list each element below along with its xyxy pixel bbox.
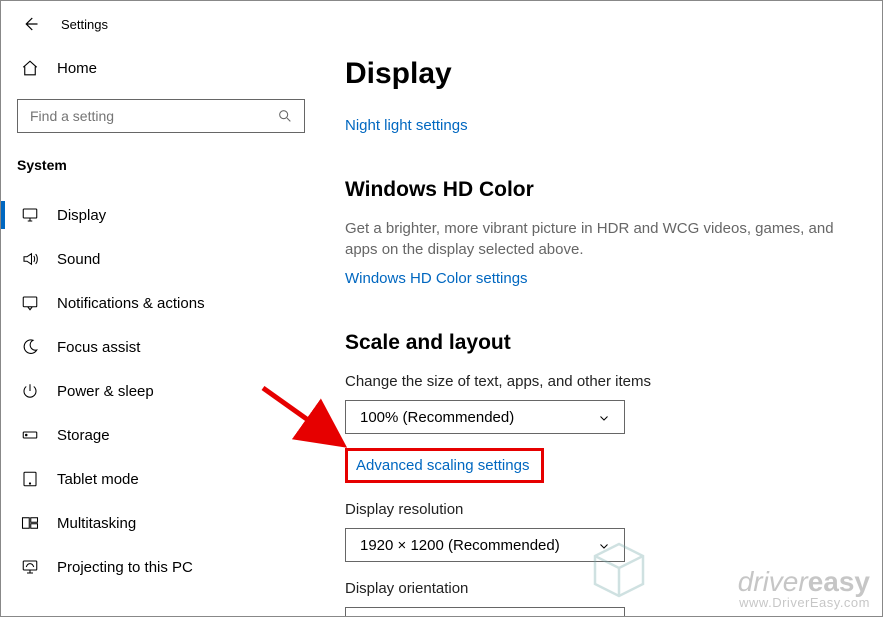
sidebar-item-label: Sound: [57, 251, 100, 268]
sidebar-item-focus[interactable]: Focus assist: [1, 325, 321, 369]
resolution-dropdown[interactable]: 1920 × 1200 (Recommended): [345, 528, 625, 562]
sidebar-item-multitasking[interactable]: Multitasking: [1, 501, 321, 545]
hd-section-title: Windows HD Color: [345, 178, 882, 202]
orientation-dropdown[interactable]: Landscape: [345, 607, 625, 616]
scale-section-title: Scale and layout: [345, 331, 882, 355]
sidebar-item-label: Tablet mode: [57, 471, 139, 488]
home-nav[interactable]: Home: [1, 33, 321, 77]
power-icon: [21, 382, 39, 400]
back-icon[interactable]: [21, 15, 39, 33]
main-content: Display Night light settings Windows HD …: [321, 1, 882, 616]
projecting-icon: [21, 558, 39, 576]
sidebar-item-label: Display: [57, 207, 106, 224]
category-label: System: [1, 133, 321, 187]
sidebar-item-notifications[interactable]: Notifications & actions: [1, 281, 321, 325]
chevron-down-icon: [598, 539, 610, 551]
display-icon: [21, 206, 39, 224]
sidebar-item-label: Multitasking: [57, 515, 136, 532]
sidebar-item-power[interactable]: Power & sleep: [1, 369, 321, 413]
scale-label: Change the size of text, apps, and other…: [345, 373, 882, 390]
resolution-value: 1920 × 1200 (Recommended): [360, 537, 560, 554]
home-icon: [21, 59, 39, 77]
sidebar-item-label: Notifications & actions: [57, 295, 205, 312]
hd-description: Get a brighter, more vibrant picture in …: [345, 218, 842, 260]
sidebar: Settings Home System Display Sound Notific…: [1, 1, 321, 616]
focus-icon: [21, 338, 39, 356]
hd-settings-link[interactable]: Windows HD Color settings: [345, 270, 528, 287]
multitasking-icon: [21, 514, 39, 532]
sound-icon: [21, 250, 39, 268]
sidebar-item-storage[interactable]: Storage: [1, 413, 321, 457]
orientation-label: Display orientation: [345, 580, 882, 597]
home-label: Home: [57, 60, 97, 77]
sidebar-item-label: Storage: [57, 427, 110, 444]
search-icon: [276, 107, 294, 125]
app-title: Settings: [61, 17, 108, 32]
orientation-value: Landscape: [360, 616, 433, 617]
chevron-down-icon: [598, 411, 610, 423]
sidebar-item-sound[interactable]: Sound: [1, 237, 321, 281]
search-box[interactable]: [17, 99, 305, 133]
advanced-scaling-link[interactable]: Advanced scaling settings: [356, 457, 529, 474]
sidebar-item-display[interactable]: Display: [1, 193, 321, 237]
search-input[interactable]: [28, 107, 268, 125]
nav-list: Display Sound Notifications & actions Focus…: [1, 187, 321, 589]
sidebar-item-label: Power & sleep: [57, 383, 154, 400]
sidebar-item-projecting[interactable]: Projecting to this PC: [1, 545, 321, 589]
sidebar-item-tablet[interactable]: Tablet mode: [1, 457, 321, 501]
tablet-icon: [21, 470, 39, 488]
sidebar-item-label: Projecting to this PC: [57, 559, 193, 576]
scale-value: 100% (Recommended): [360, 409, 514, 426]
resolution-label: Display resolution: [345, 501, 882, 518]
night-light-link[interactable]: Night light settings: [345, 117, 468, 134]
page-title: Display: [345, 57, 882, 91]
scale-dropdown[interactable]: 100% (Recommended): [345, 400, 625, 434]
storage-icon: [21, 426, 39, 444]
highlight-annotation: Advanced scaling settings: [345, 448, 544, 483]
notifications-icon: [21, 294, 39, 312]
sidebar-item-label: Focus assist: [57, 339, 140, 356]
